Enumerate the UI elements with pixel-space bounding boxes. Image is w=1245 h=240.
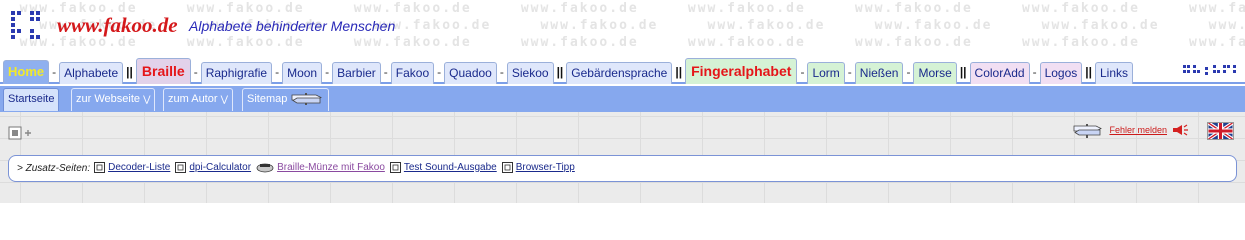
subtab-zur-webseite-label: zur Webseite [76,93,140,105]
additional-pages-bar: > Zusatz-Seiten: Decoder-Liste dpi-Calcul… [8,155,1237,182]
tab-separator: - [906,65,911,79]
signpost-icon [292,93,323,106]
tab-lorm[interactable]: Lorm [807,62,845,84]
additional-page-link[interactable]: Browser-Tipp [516,162,575,173]
main-navigation: Home - Alphabete || Braille - Raphigrafie - Moon… [0,54,1245,84]
sub-navigation: Startseite zur Webseite ⋁ zum Autor ⋁ Si… [0,86,1245,112]
tab-barbier[interactable]: Barbier [332,62,381,84]
tab-nießen[interactable]: Nießen [854,62,904,84]
tab-separator: - [52,65,57,79]
additional-page-link[interactable]: dpi-Calculator [189,162,251,173]
tab-links[interactable]: Links [1094,62,1133,84]
report-error-link[interactable]: Fehler melden [1109,125,1167,135]
subtab-sitemap[interactable]: Sitemap [242,88,330,111]
tab-separator: - [325,65,330,79]
tab-separator: - [437,65,442,79]
additional-page-link[interactable]: Braille-Münze mit Fakoo [277,162,385,173]
site-header: www.fakoo.de www.fakoo.de www.fakoo.de w… [0,0,1245,54]
tab-home[interactable]: Home [3,60,50,84]
coin-icon [256,163,274,172]
tab-braille[interactable]: Braille [135,58,191,84]
additional-page-item: Test Sound-Ausgabe [389,161,497,173]
tab-raphigrafie[interactable]: Raphigrafie [200,62,273,84]
subtab-startseite-label: Startseite [8,93,55,105]
additional-pages-label: > Zusatz-Seiten: [17,163,91,174]
site-name[interactable]: www.fakoo.de [57,13,178,38]
page-icon [389,161,401,173]
additional-page-link[interactable]: Test Sound-Ausgabe [404,162,497,173]
tab-separator: - [847,65,852,79]
nav-tabs: Home - Alphabete || Braille - Raphigrafie - Moon… [3,56,1133,84]
subtab-sitemap-label: Sitemap [247,93,288,105]
tab-gebärdensprache[interactable]: Gebärdensprache [566,62,673,84]
tab-separator: || [959,65,967,79]
chevron-down-icon: ⋁ [220,94,228,104]
tab-separator: || [126,65,133,79]
tab-separator: - [275,65,280,79]
megaphone-icon[interactable] [1171,124,1189,136]
tab-coloradd[interactable]: ColorAdd [969,62,1030,84]
tab-separator: - [1032,65,1037,79]
content-area: Fehler melden > Zusatz-Seiten: Decoder-L… [0,112,1245,203]
subtab-zum-autor-label: zum Autor [168,93,218,105]
page-icon [94,161,106,173]
fakoo-logo-icon[interactable] [10,10,42,42]
tab-separator: - [800,65,805,79]
additional-page-link[interactable]: Decoder-Liste [108,162,170,173]
additional-pages-list: Decoder-Liste dpi-Calculator Braille-Münze… [94,161,580,176]
tab-separator: || [1085,65,1092,79]
site-subtitle: Alphabete behinderter Menschen [189,18,396,34]
braille-dots-icon [1183,65,1236,75]
additional-page-item: dpi-Calculator [175,161,251,173]
tab-fakoo[interactable]: Fakoo [390,62,435,84]
tab-moon[interactable]: Moon [282,62,323,84]
expand-plus-icon[interactable] [8,126,32,140]
uk-flag-icon[interactable] [1207,122,1234,140]
tab-alphabete[interactable]: Alphabete [59,62,124,84]
page-icon [501,161,513,173]
tab-separator: - [193,65,198,79]
additional-page-item: Decoder-Liste [94,161,170,173]
subtab-zum-autor[interactable]: zum Autor ⋁ [163,88,233,111]
additional-page-item: Browser-Tipp [501,161,575,173]
page-icon [175,161,187,173]
additional-page-item: Braille-Münze mit Fakoo [256,162,385,173]
tab-separator: - [383,65,388,79]
tab-siekoo[interactable]: Siekoo [506,62,554,84]
tab-quadoo[interactable]: Quadoo [444,62,497,84]
report-error: Fehler melden [1109,124,1189,136]
tab-logos[interactable]: Logos [1039,62,1083,84]
watermark-pattern: www.fakoo.de www.fakoo.de www.fakoo.de w… [19,1,1245,50]
chevron-down-icon: ⋁ [143,94,151,104]
subtab-startseite[interactable]: Startseite [3,88,60,111]
tab-separator: - [499,65,504,79]
subtab-zur-webseite[interactable]: zur Webseite ⋁ [71,88,156,111]
tab-fingeralphabet[interactable]: Fingeralphabet [685,58,798,84]
tab-morse[interactable]: Morse [913,62,957,84]
signpost-icon [1073,124,1102,138]
tab-separator: || [556,65,564,79]
tab-separator: || [675,65,683,79]
